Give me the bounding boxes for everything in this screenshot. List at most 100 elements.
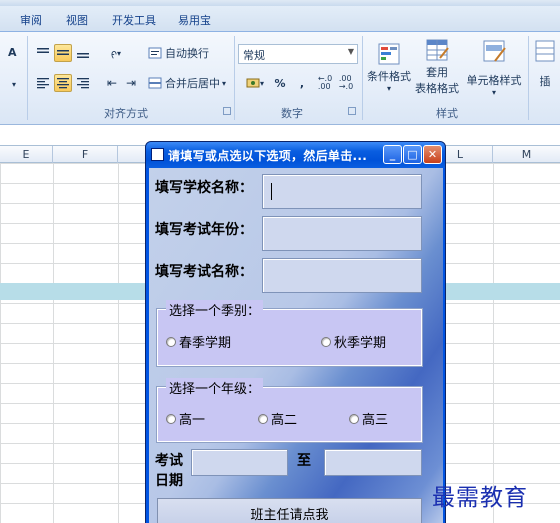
format-as-table-button[interactable]: 套用 表格格式 <box>412 36 462 98</box>
head-teacher-button[interactable]: 班主任请点我 <box>157 498 422 523</box>
align-right-button[interactable] <box>74 74 92 92</box>
align-left-button[interactable] <box>34 74 52 92</box>
chevron-down-icon: ▾ <box>222 78 227 88</box>
radio-grade-2[interactable]: 高二 <box>258 409 297 428</box>
number-launcher-icon[interactable] <box>348 107 356 115</box>
alignment-launcher-icon[interactable] <box>223 107 231 115</box>
radio-button-icon <box>166 336 176 347</box>
tab-developer[interactable]: 开发工具 <box>112 12 156 28</box>
number-format-value: 常规 <box>243 49 265 62</box>
school-name-label: 填写学校名称： <box>155 180 253 196</box>
radio-grade-2-label: 高二 <box>271 413 298 428</box>
decrease-decimal-button[interactable]: .00 →.0 <box>337 74 355 92</box>
insert-button[interactable]: 插 <box>532 36 558 98</box>
conditional-format-button[interactable]: 条件格式 ▾ <box>366 36 412 98</box>
userform-dialog: 请填写或点选以下选项，然后单击... _ □ ✕ 填写学校名称： 填写考试年份：… <box>145 141 446 523</box>
ribbon-tab-bar: 审阅 视图 开发工具 易用宝 <box>0 6 560 32</box>
exam-year-label: 填写考试年份： <box>155 222 253 238</box>
wrap-text-icon <box>148 47 162 59</box>
dialog-body: 填写学校名称： 填写考试年份： 填写考试名称： 选择一个季别： 春季学期 秋季学… <box>149 168 443 523</box>
currency-icon <box>246 78 260 88</box>
chevron-down-icon: ▾ <box>491 88 496 97</box>
align-center-button[interactable] <box>54 74 72 92</box>
tab-review[interactable]: 审阅 <box>20 12 42 28</box>
merge-center-icon <box>148 77 162 89</box>
align-bottom-button[interactable] <box>74 44 92 62</box>
align-top-icon <box>37 48 49 53</box>
radio-button-icon <box>258 413 268 424</box>
radio-grade-3-label: 高三 <box>362 413 389 428</box>
currency-button[interactable]: ▾ <box>242 74 268 92</box>
dialog-titlebar[interactable]: 请填写或点选以下选项，然后单击... _ □ ✕ <box>146 142 445 168</box>
align-bottom-icon <box>77 53 89 58</box>
font-size-grow-button[interactable]: A <box>8 46 17 59</box>
exam-date-from-input[interactable] <box>191 449 288 476</box>
merge-center-label: 合并后居中 <box>165 77 220 90</box>
radio-autumn-label: 秋季学期 <box>334 336 387 351</box>
align-middle-icon <box>57 50 69 55</box>
cell-styles-button[interactable]: 单元格样式 ▾ <box>464 36 524 98</box>
radio-spring-label: 春季学期 <box>179 336 232 351</box>
chevron-down-icon[interactable]: ▾ <box>12 80 16 89</box>
increase-indent-icon: ⇥ <box>125 76 137 90</box>
insert-label: 插 <box>539 75 551 88</box>
exam-name-label: 填写考试名称： <box>155 264 253 280</box>
radio-autumn-term[interactable]: 秋季学期 <box>321 332 386 351</box>
conditional-format-icon <box>378 43 400 64</box>
increase-indent-button[interactable]: ⇥ <box>122 74 140 92</box>
grade-group-title: 选择一个年级： <box>166 378 264 397</box>
date-to-label: 至 <box>297 453 311 469</box>
school-name-input[interactable] <box>262 174 422 209</box>
radio-grade-1[interactable]: 高一 <box>166 409 205 428</box>
merge-center-button[interactable]: 合并后居中 ▾ <box>147 74 233 92</box>
ribbon: A ▾ ᠻ ▾ 自动换行 ⇤ ⇥ 合并后居中 ▾ 对齐方式 常规 ▼ ▾ % ,… <box>0 32 560 125</box>
orientation-button[interactable]: ᠻ ▾ <box>103 44 129 62</box>
align-right-icon <box>77 78 89 89</box>
grade-group-frame: 选择一个年级： 高一 高二 高三 <box>157 378 422 442</box>
exam-year-input[interactable] <box>262 216 422 251</box>
decrease-indent-icon: ⇤ <box>106 76 118 90</box>
chevron-down-icon: ▼ <box>347 47 354 56</box>
grid-column-line <box>53 163 54 523</box>
align-middle-button[interactable] <box>54 44 72 62</box>
grid-column-line <box>493 163 494 523</box>
radio-button-icon <box>321 336 331 347</box>
radio-spring-term[interactable]: 春季学期 <box>166 332 231 351</box>
close-button[interactable]: ✕ <box>423 145 442 164</box>
tab-easy-tools[interactable]: 易用宝 <box>178 12 211 28</box>
styles-group-label: 样式 <box>436 107 458 120</box>
radio-button-icon <box>166 413 176 424</box>
wrap-text-button[interactable]: 自动换行 <box>147 44 217 62</box>
column-header-e[interactable]: E <box>0 146 53 163</box>
align-center-icon <box>57 78 69 89</box>
tab-view[interactable]: 视图 <box>66 12 88 28</box>
season-group-frame: 选择一个季别： 春季学期 秋季学期 <box>157 300 422 366</box>
chevron-down-icon: ▾ <box>386 83 391 93</box>
column-header-f[interactable]: F <box>53 146 118 163</box>
number-format-select[interactable]: 常规 ▼ <box>238 44 358 64</box>
cell-styles-icon <box>483 40 506 62</box>
alignment-group-label: 对齐方式 <box>104 107 148 120</box>
season-group-title: 选择一个季别： <box>166 300 264 319</box>
column-header-m[interactable]: M <box>493 146 560 163</box>
insert-cells-icon <box>535 40 555 62</box>
exam-date-label-2: 日期 <box>155 473 183 489</box>
maximize-button[interactable]: □ <box>403 145 422 164</box>
radio-grade-3[interactable]: 高三 <box>349 409 388 428</box>
comma-button[interactable]: , <box>294 74 310 92</box>
format-as-table-label-2: 表格格式 <box>415 82 459 95</box>
exam-date-to-input[interactable] <box>324 449 422 476</box>
cell-styles-label: 单元格样式 <box>466 74 522 87</box>
watermark-text: 最需教育 <box>432 485 528 511</box>
chevron-down-icon: ▾ <box>117 48 122 58</box>
exam-name-input[interactable] <box>262 258 422 293</box>
align-top-button[interactable] <box>34 44 52 62</box>
decrease-indent-button[interactable]: ⇤ <box>103 74 121 92</box>
percent-button[interactable]: % <box>271 74 289 92</box>
minimize-button[interactable]: _ <box>383 145 402 164</box>
excel-app-icon <box>151 148 164 161</box>
increase-decimal-button[interactable]: ←.0 .00 <box>316 74 334 92</box>
conditional-format-label: 条件格式 <box>367 69 411 83</box>
exam-date-label-1: 考试 <box>155 453 183 469</box>
grid-column-line <box>118 163 119 523</box>
